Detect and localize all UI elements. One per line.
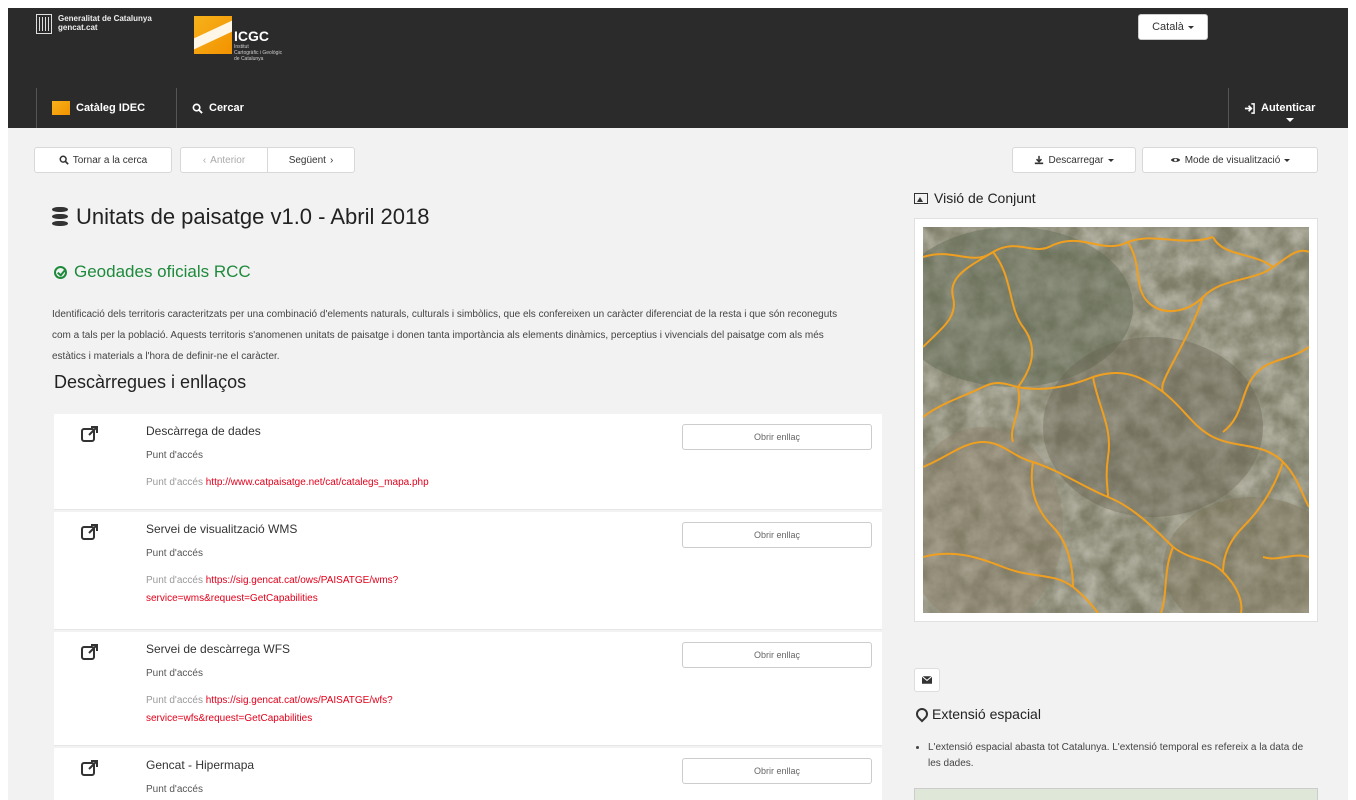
next-label: Següent (288, 154, 326, 166)
link-url-label: Punt d'accés (146, 575, 203, 586)
chevron-down-icon (1187, 25, 1194, 29)
previous-button[interactable]: ‹ Anterior (180, 147, 268, 173)
page: Generalitat de Catalunya gencat.cat ICGC… (8, 8, 1348, 800)
chevron-right-icon: › (329, 154, 334, 166)
gencat-emblem-icon (36, 14, 52, 34)
gencat-url: gencat.cat (58, 23, 98, 32)
chevron-left-icon: ‹ (202, 154, 207, 166)
link-item: Servei de descàrrega WFS Punt d'accés Pu… (54, 632, 882, 746)
link-title: Descàrrega de dades (146, 424, 261, 438)
external-link-icon (81, 524, 98, 540)
chevron-down-icon (1107, 158, 1114, 162)
open-link-button[interactable]: Obrir enllaç (682, 522, 872, 548)
external-link-icon (81, 426, 98, 442)
search-icon (59, 155, 69, 165)
email-button[interactable] (914, 668, 940, 692)
nav-divider (176, 88, 177, 128)
icgc-subtitle-3: de Catalunya (234, 56, 264, 62)
gencat-name: Generalitat de Catalunya (58, 14, 152, 23)
icgc-logo[interactable]: ICGC Institut Cartogràfic i Geològic de … (194, 16, 282, 62)
open-link-button[interactable]: Obrir enllaç (682, 424, 872, 450)
link-title: Servei de visualització WMS (146, 522, 298, 536)
main-nav: Catàleg IDEC Cercar Autenticar (8, 88, 1348, 128)
overview-heading: Visió de Conjunt (914, 190, 1036, 206)
envelope-icon (922, 676, 932, 684)
link-subtitle: Punt d'accés (146, 668, 203, 679)
official-badge-label: Geodades oficials RCC (74, 262, 251, 281)
back-to-search-label: Tornar a la cerca (72, 154, 148, 166)
open-link-button[interactable]: Obrir enllaç (682, 642, 872, 668)
language-label: Català (1152, 21, 1184, 33)
external-link-icon (81, 644, 98, 660)
page-title-row: Unitats de paisatge v1.0 - Abril 2018 (52, 204, 429, 230)
extent-map[interactable] (914, 788, 1318, 800)
top-header: Generalitat de Catalunya gencat.cat ICGC… (8, 8, 1348, 128)
nav-catalog-label: Catàleg IDEC (76, 102, 146, 114)
language-select[interactable]: Català (1138, 14, 1208, 40)
chevron-down-icon (1284, 158, 1291, 162)
previous-label: Anterior (210, 154, 246, 166)
record-description: Identificació dels territoris caracterit… (52, 309, 838, 362)
nav-search[interactable]: Cercar (192, 88, 244, 128)
link-item: Gencat - Hipermapa Punt d'accés Obrir en… (54, 748, 882, 800)
link-url[interactable]: http://www.catpaisatge.net/cat/catalegs_… (206, 477, 429, 488)
link-subtitle: Punt d'accés (146, 784, 203, 795)
view-mode-dropdown[interactable]: Mode de visualització (1142, 147, 1318, 173)
page-title: Unitats de paisatge v1.0 - Abril 2018 (76, 204, 430, 229)
link-subtitle: Punt d'accés (146, 548, 203, 559)
link-item: Servei de visualització WMS Punt d'accés… (54, 512, 882, 630)
back-to-search-button[interactable]: Tornar a la cerca (34, 147, 172, 173)
link-title: Servei de descàrrega WFS (146, 642, 291, 656)
nav-catalog[interactable]: Catàleg IDEC (52, 88, 145, 128)
login-label: Autenticar (1261, 102, 1316, 114)
link-subtitle: Punt d'accés (146, 450, 203, 461)
link-url-row: Punt d'accés http://www.catpaisatge.net/… (146, 474, 526, 492)
search-icon (192, 103, 203, 114)
login-button[interactable]: Autenticar (1244, 88, 1315, 128)
chevron-down-icon (1286, 118, 1294, 122)
view-mode-label: Mode de visualització (1184, 154, 1281, 166)
open-link-button[interactable]: Obrir enllaç (682, 758, 872, 784)
extent-title: Extensió espacial (932, 706, 1041, 722)
database-icon (52, 207, 68, 227)
official-badge: Geodades oficials RCC (54, 262, 251, 282)
sign-in-icon (1244, 102, 1255, 114)
extent-list: L'extensió espacial abasta tot Catalunya… (928, 740, 1308, 772)
nav-divider (1228, 88, 1229, 128)
link-url-row: Punt d'accés https://sig.gencat.cat/ows/… (146, 692, 526, 728)
downloads-heading: Descàrregues i enllaços (54, 372, 247, 392)
link-url-row: Punt d'accés https://sig.gencat.cat/ows/… (146, 572, 526, 608)
nav-search-label: Cercar (209, 102, 244, 114)
gencat-logo[interactable]: Generalitat de Catalunya gencat.cat (36, 14, 152, 34)
catalog-logo-icon (52, 101, 70, 115)
eye-icon (1170, 157, 1180, 163)
check-circle-icon (54, 265, 67, 279)
icgc-name: ICGC (234, 28, 269, 44)
link-url-label: Punt d'accés (146, 477, 203, 488)
image-icon (914, 192, 928, 204)
overview-map[interactable] (893, 218, 1343, 637)
map-marker-icon (916, 708, 926, 720)
extent-description: L'extensió espacial abasta tot Catalunya… (928, 740, 1308, 772)
link-title: Gencat - Hipermapa (146, 758, 255, 772)
download-label: Descarregar (1048, 154, 1104, 166)
extent-heading: Extensió espacial (916, 706, 1041, 722)
overview-title: Visió de Conjunt (934, 190, 1036, 206)
link-item: Descàrrega de dades Punt d'accés Punt d'… (54, 414, 882, 510)
external-link-icon (81, 760, 98, 776)
next-button[interactable]: Següent › (267, 147, 355, 173)
satellite-map-image (893, 227, 1343, 637)
download-icon (1035, 155, 1044, 165)
download-dropdown[interactable]: Descarregar (1012, 147, 1136, 173)
nav-divider (36, 88, 37, 128)
icgc-emblem-icon (194, 16, 232, 54)
link-url-label: Punt d'accés (146, 695, 203, 706)
